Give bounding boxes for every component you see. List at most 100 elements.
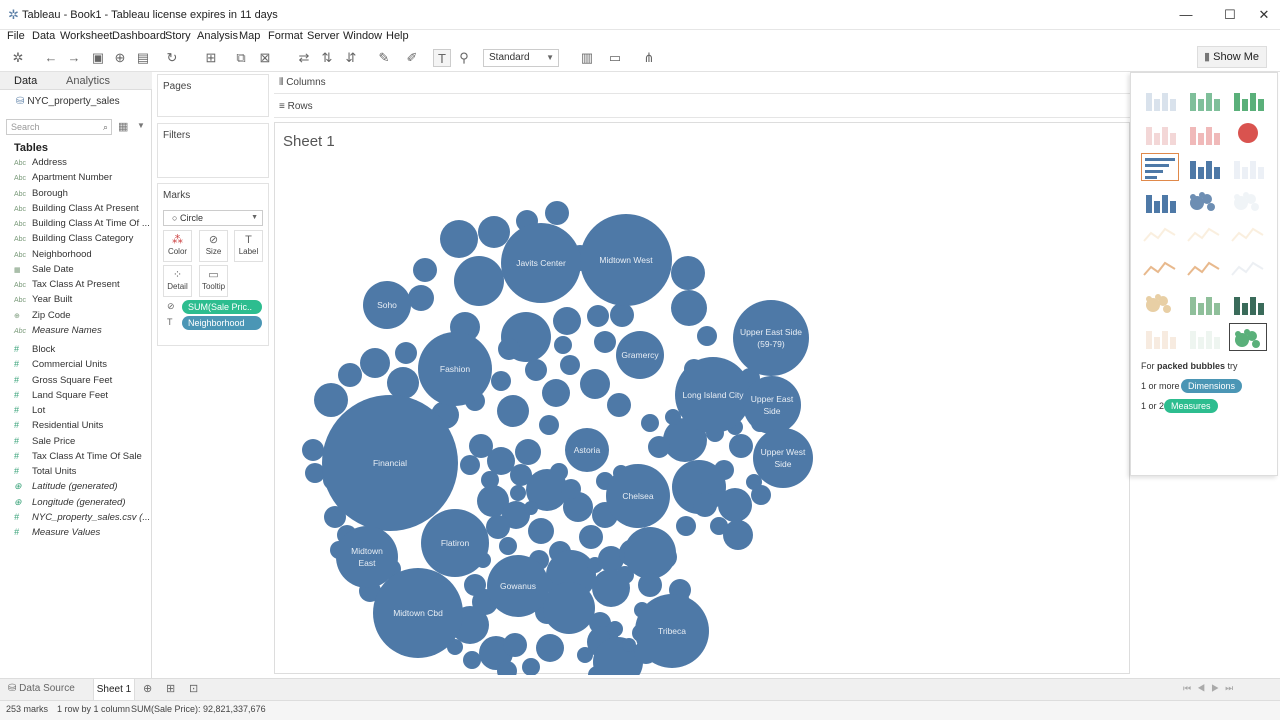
field-item[interactable]: ▦ Sale Date <box>14 264 74 279</box>
bubble-mark[interactable] <box>560 355 580 375</box>
bubble-mark[interactable] <box>522 658 540 675</box>
bubble-mark[interactable] <box>536 634 564 662</box>
bubble-mark[interactable] <box>302 439 324 461</box>
sort-descending-icon[interactable]: ⇵ <box>342 49 360 67</box>
bubble-mark[interactable] <box>648 436 670 458</box>
bubble-mark[interactable] <box>440 220 478 258</box>
bubble-mark[interactable] <box>693 493 717 517</box>
chart-type-area-discrete-icon[interactable] <box>1185 255 1223 283</box>
bubble-mark[interactable] <box>718 488 752 522</box>
show-cards-icon[interactable]: ▥ <box>578 49 596 67</box>
chart-type-symbol-map-icon[interactable] <box>1141 119 1179 147</box>
menu-server[interactable]: Server <box>307 30 339 42</box>
field-item[interactable]: Abc Building Class At Time Of ... <box>14 218 150 233</box>
bubble-mark[interactable] <box>395 342 417 364</box>
bubble-mark[interactable] <box>524 501 538 515</box>
bubble-mark[interactable] <box>671 256 705 290</box>
color-button[interactable]: ⁂ Color <box>163 230 192 262</box>
pause-updates-icon[interactable]: ▤ <box>134 49 152 67</box>
duplicate-sheet-icon[interactable]: ⧉ <box>232 49 250 67</box>
bubble-mark[interactable] <box>550 463 568 481</box>
bubble-mark[interactable] <box>587 305 609 327</box>
bubble-mark[interactable] <box>607 621 623 637</box>
bubble-mark[interactable] <box>503 633 527 657</box>
chart-type-side-by-side-bars-icon[interactable] <box>1229 153 1267 181</box>
field-item[interactable]: # Commercial Units <box>14 359 107 374</box>
bubble-mark[interactable] <box>579 525 603 549</box>
data-source-tab[interactable]: ⛁ Data Source <box>8 683 75 694</box>
bubble-mark[interactable] <box>710 517 728 535</box>
bubble-mark[interactable] <box>469 434 493 458</box>
menu-help[interactable]: Help <box>386 30 409 42</box>
chart-type-discrete-lines-icon[interactable] <box>1185 221 1223 249</box>
bubble-mark[interactable] <box>594 331 616 353</box>
bubble-mark[interactable] <box>336 526 398 588</box>
undo-icon[interactable]: ← <box>42 49 60 67</box>
chart-type-stacked-bars-icon[interactable] <box>1185 153 1223 181</box>
fit-dropdown[interactable]: Standard ▼ <box>483 49 559 67</box>
bubble-mark[interactable] <box>408 285 434 311</box>
chart-type-area-continuous-icon[interactable] <box>1141 255 1179 283</box>
bubble-mark[interactable] <box>413 258 437 282</box>
menu-worksheet[interactable]: Worksheet <box>60 30 112 42</box>
chart-type-gantt-chart-icon[interactable] <box>1141 323 1179 351</box>
tableau-home-icon[interactable]: ✲ <box>9 49 27 67</box>
field-item[interactable]: Abc Year Built <box>14 294 72 309</box>
bubble-mark[interactable] <box>491 371 511 391</box>
bubble-mark[interactable] <box>486 515 510 539</box>
tooltip-button[interactable]: ▭ Tooltip <box>199 265 228 297</box>
bubble-mark[interactable] <box>497 395 529 427</box>
mark-type-dropdown[interactable]: ○ Circle ▼ <box>163 210 263 226</box>
bubble-mark[interactable] <box>460 455 480 475</box>
bubble-mark[interactable] <box>338 363 362 387</box>
bubble-mark[interactable] <box>638 573 662 597</box>
bubble-mark[interactable] <box>610 303 634 327</box>
new-story-icon[interactable]: ⊡ <box>189 682 198 695</box>
swap-icon[interactable]: ⇄ <box>295 49 313 67</box>
chart-type-side-by-side-circles-icon[interactable] <box>1229 187 1267 215</box>
chart-type-circle-views-icon[interactable] <box>1185 187 1223 215</box>
chart-type-packed-bubbles-icon[interactable] <box>1229 323 1267 351</box>
chart-type-continuous-lines-icon[interactable] <box>1141 221 1179 249</box>
new-datasource-icon[interactable]: ⊕ <box>111 49 129 67</box>
rows-shelf[interactable]: ≡ Rows <box>274 96 1130 118</box>
clear-sheet-icon[interactable]: ⊠ <box>256 49 274 67</box>
pages-shelf[interactable]: Pages <box>157 74 269 117</box>
menu-map[interactable]: Map <box>239 30 260 42</box>
bubble-mark[interactable] <box>554 336 572 354</box>
field-item[interactable]: Abc Building Class At Present <box>14 203 139 218</box>
bubble-mark[interactable] <box>580 369 610 399</box>
bubble-mark[interactable] <box>641 414 659 432</box>
chart-type-bullet-graph-icon[interactable] <box>1185 323 1223 351</box>
bubble-mark[interactable] <box>314 383 348 417</box>
bubble-mark[interactable] <box>478 216 510 248</box>
share-icon[interactable]: ⋔ <box>640 49 658 67</box>
view-list-icon[interactable]: ▦ <box>118 120 128 133</box>
bubble-mark[interactable] <box>539 415 559 435</box>
bubble-mark[interactable] <box>499 537 517 555</box>
highlight-icon[interactable]: ✎ <box>375 49 393 67</box>
bubble-mark[interactable] <box>697 326 717 346</box>
field-item[interactable]: # Tax Class At Time Of Sale <box>14 451 142 466</box>
bubble-mark[interactable] <box>676 516 696 536</box>
sort-ascending-icon[interactable]: ⇅ <box>318 49 336 67</box>
field-item[interactable]: # NYC_property_sales.csv (... <box>14 512 150 527</box>
sheet-navigation-icons[interactable]: ⏮◀▶⏭ <box>1183 683 1239 694</box>
field-item[interactable]: # Land Square Feet <box>14 390 108 405</box>
chart-type-box-and-whisker-icon[interactable] <box>1229 289 1267 317</box>
chart-type-filled-map-icon[interactable] <box>1185 119 1223 147</box>
chart-type-dual-lines-icon[interactable] <box>1229 221 1267 249</box>
chart-type-histogram-icon[interactable] <box>1185 289 1223 317</box>
presentation-icon[interactable]: ▭ <box>606 49 624 67</box>
bubble-mark[interactable] <box>454 256 504 306</box>
show-labels-icon[interactable]: T <box>433 49 451 67</box>
bubble-mark[interactable] <box>733 300 809 376</box>
save-icon[interactable]: ▣ <box>89 49 107 67</box>
field-item[interactable]: Abc Measure Names <box>14 325 102 340</box>
bubble-mark[interactable] <box>528 518 554 544</box>
bubble-mark[interactable] <box>498 338 520 360</box>
field-item[interactable]: Abc Building Class Category <box>14 233 133 248</box>
sheet-tab-sheet1[interactable]: Sheet 1 <box>93 679 135 700</box>
chart-type-treemap-icon[interactable] <box>1141 187 1179 215</box>
filters-shelf[interactable]: Filters <box>157 123 269 178</box>
